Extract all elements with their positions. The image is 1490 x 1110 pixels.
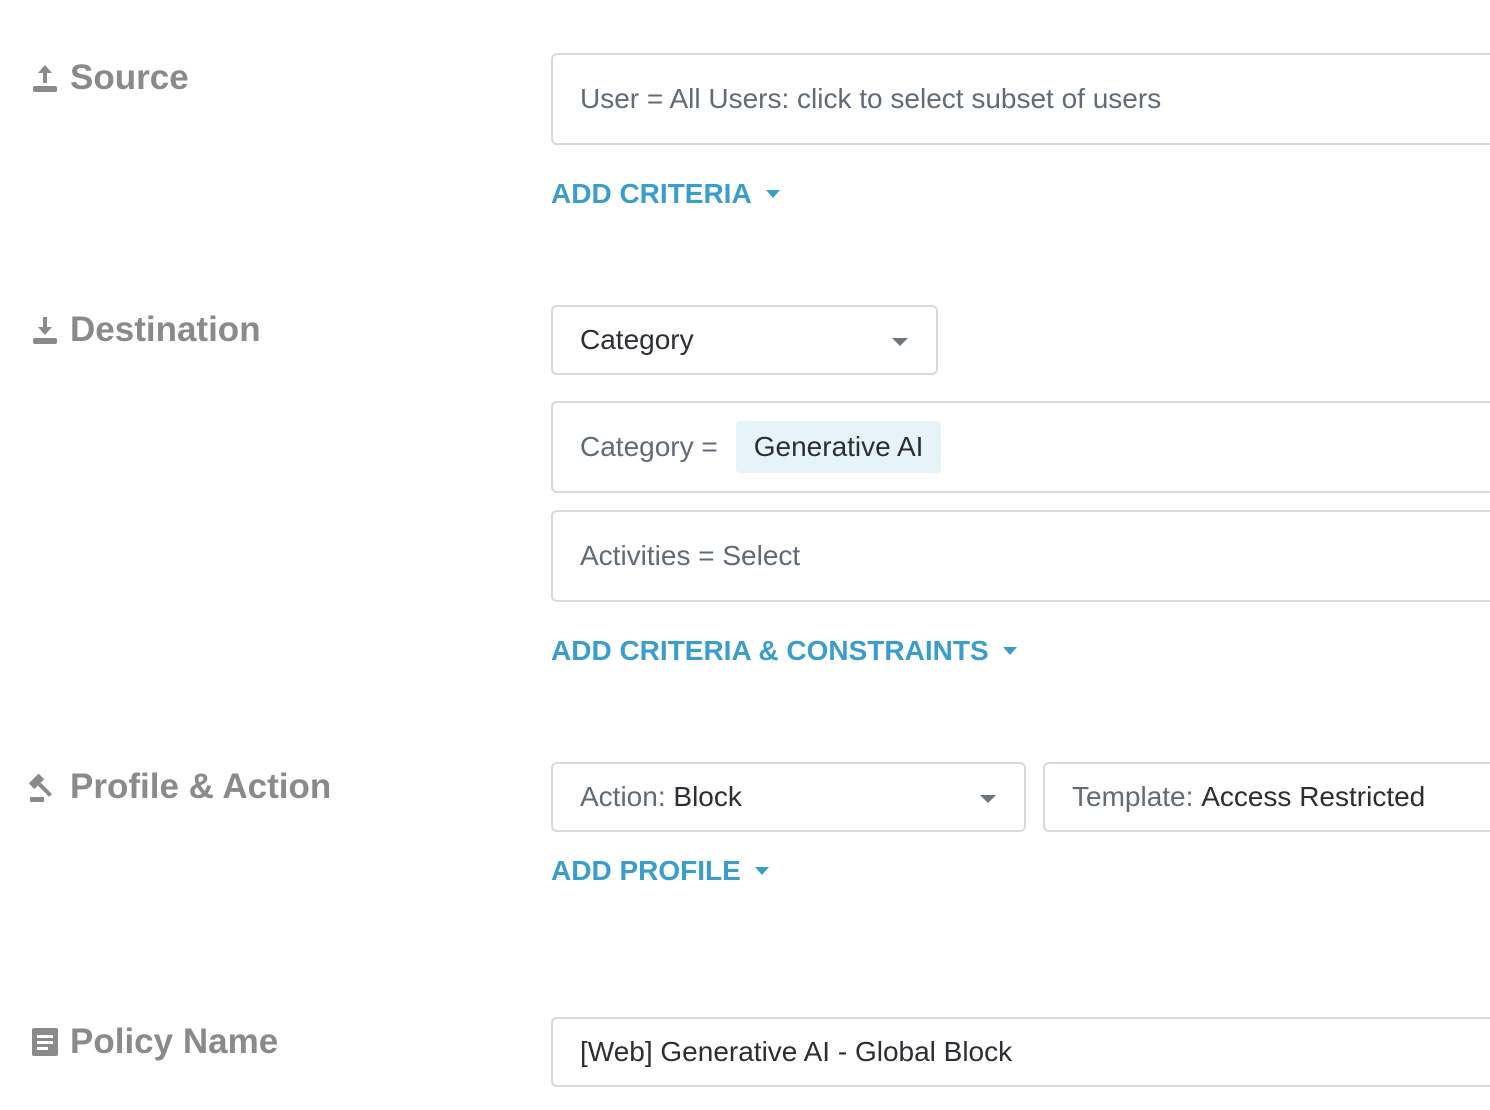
source-label-text: Source [70, 58, 189, 97]
caret-down-icon [765, 190, 780, 198]
gavel-icon [28, 770, 62, 804]
template-value: Access Restricted [1201, 781, 1426, 812]
add-criteria-button[interactable]: ADD CRITERIA [551, 178, 780, 210]
policy-name-input[interactable]: [Web] Generative AI - Global Block [551, 1017, 1490, 1087]
add-criteria-label: ADD CRITERIA [551, 178, 752, 209]
add-profile-button[interactable]: ADD PROFILE [551, 855, 769, 887]
action-prefix: Action: [580, 781, 666, 812]
template-select[interactable]: Template: Access Restricted [1043, 762, 1490, 832]
action-value: Block [673, 781, 742, 812]
category-chip-generative-ai[interactable]: Generative AI [735, 421, 942, 473]
profile-action-label-text: Profile & Action [70, 767, 332, 806]
document-icon [28, 1025, 62, 1059]
policy-name-value: [Web] Generative AI - Global Block [580, 1036, 1013, 1067]
policy-name-section-label: Policy Name [28, 1022, 278, 1062]
user-criteria-field[interactable]: User = All Users: click to select subset… [551, 53, 1490, 145]
policy-editor: Source User = All Users: click to select… [0, 0, 1490, 1110]
caret-down-icon [1002, 647, 1017, 655]
add-profile-label: ADD PROFILE [551, 855, 741, 886]
template-prefix: Template: [1072, 781, 1194, 812]
chevron-down-icon [892, 338, 908, 346]
source-section-label: Source [28, 58, 189, 98]
caret-down-icon [754, 867, 769, 875]
chevron-down-icon [980, 795, 996, 803]
category-prefix: Category = [580, 431, 718, 462]
policy-name-label-text: Policy Name [70, 1022, 279, 1061]
category-criteria-field[interactable]: Category = Generative AI [551, 401, 1490, 493]
action-select[interactable]: Action: Block [551, 762, 1026, 832]
activities-text: Activities = Select [580, 540, 801, 571]
destination-label-text: Destination [70, 310, 261, 349]
user-criteria-text: User = All Users: click to select subset… [580, 83, 1162, 114]
download-icon [28, 313, 62, 347]
destination-type-select[interactable]: Category [551, 305, 938, 375]
add-criteria-constraints-button[interactable]: ADD CRITERIA & CONSTRAINTS [551, 635, 1017, 667]
activities-field[interactable]: Activities = Select [551, 510, 1490, 602]
destination-type-value: Category [580, 324, 694, 355]
add-criteria-constraints-label: ADD CRITERIA & CONSTRAINTS [551, 635, 989, 666]
destination-section-label: Destination [28, 310, 261, 350]
profile-action-section-label: Profile & Action [28, 767, 331, 807]
upload-icon [28, 61, 62, 95]
